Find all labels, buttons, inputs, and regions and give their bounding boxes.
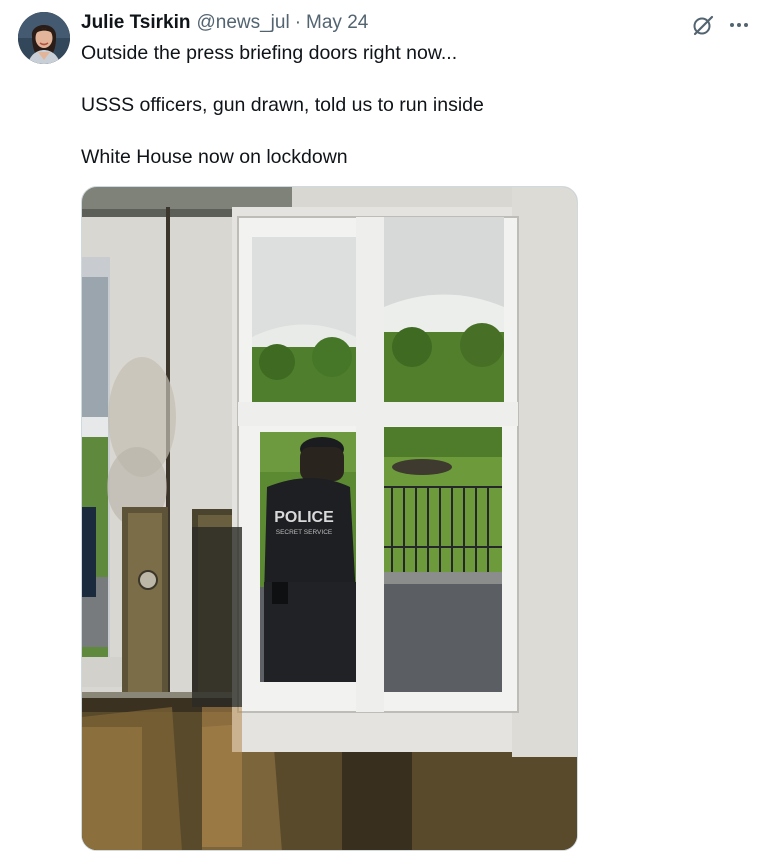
more-icon[interactable] (726, 12, 752, 38)
tweet-text-line: Outside the press briefing doors right n… (81, 42, 458, 64)
tweet-actions-top (690, 12, 752, 38)
author-handle[interactable]: @news_jul (196, 12, 289, 34)
separator-dot: · (294, 12, 302, 33)
tweet-text: Outside the press briefing doors right n… (81, 40, 741, 170)
tweet-photo[interactable]: POLICE SECRET SERVICE (81, 186, 578, 851)
author-name[interactable]: Julie Tsirkin (81, 12, 190, 34)
avatar[interactable] (18, 12, 70, 64)
tweet-text-line: USSS officers, gun drawn, told us to run… (81, 94, 484, 116)
grok-icon[interactable] (690, 12, 716, 38)
tweet-text-line: White House now on lockdown (81, 146, 348, 168)
vest-secret-service-text: SECRET SERVICE (276, 529, 333, 536)
tweet-header: Julie Tsirkin @news_jul · May 24 (81, 12, 368, 36)
vest-police-text: POLICE (274, 509, 334, 526)
tweet-date[interactable]: May 24 (306, 12, 368, 34)
tweet[interactable]: Julie Tsirkin @news_jul · May 24 Outside… (0, 0, 768, 859)
